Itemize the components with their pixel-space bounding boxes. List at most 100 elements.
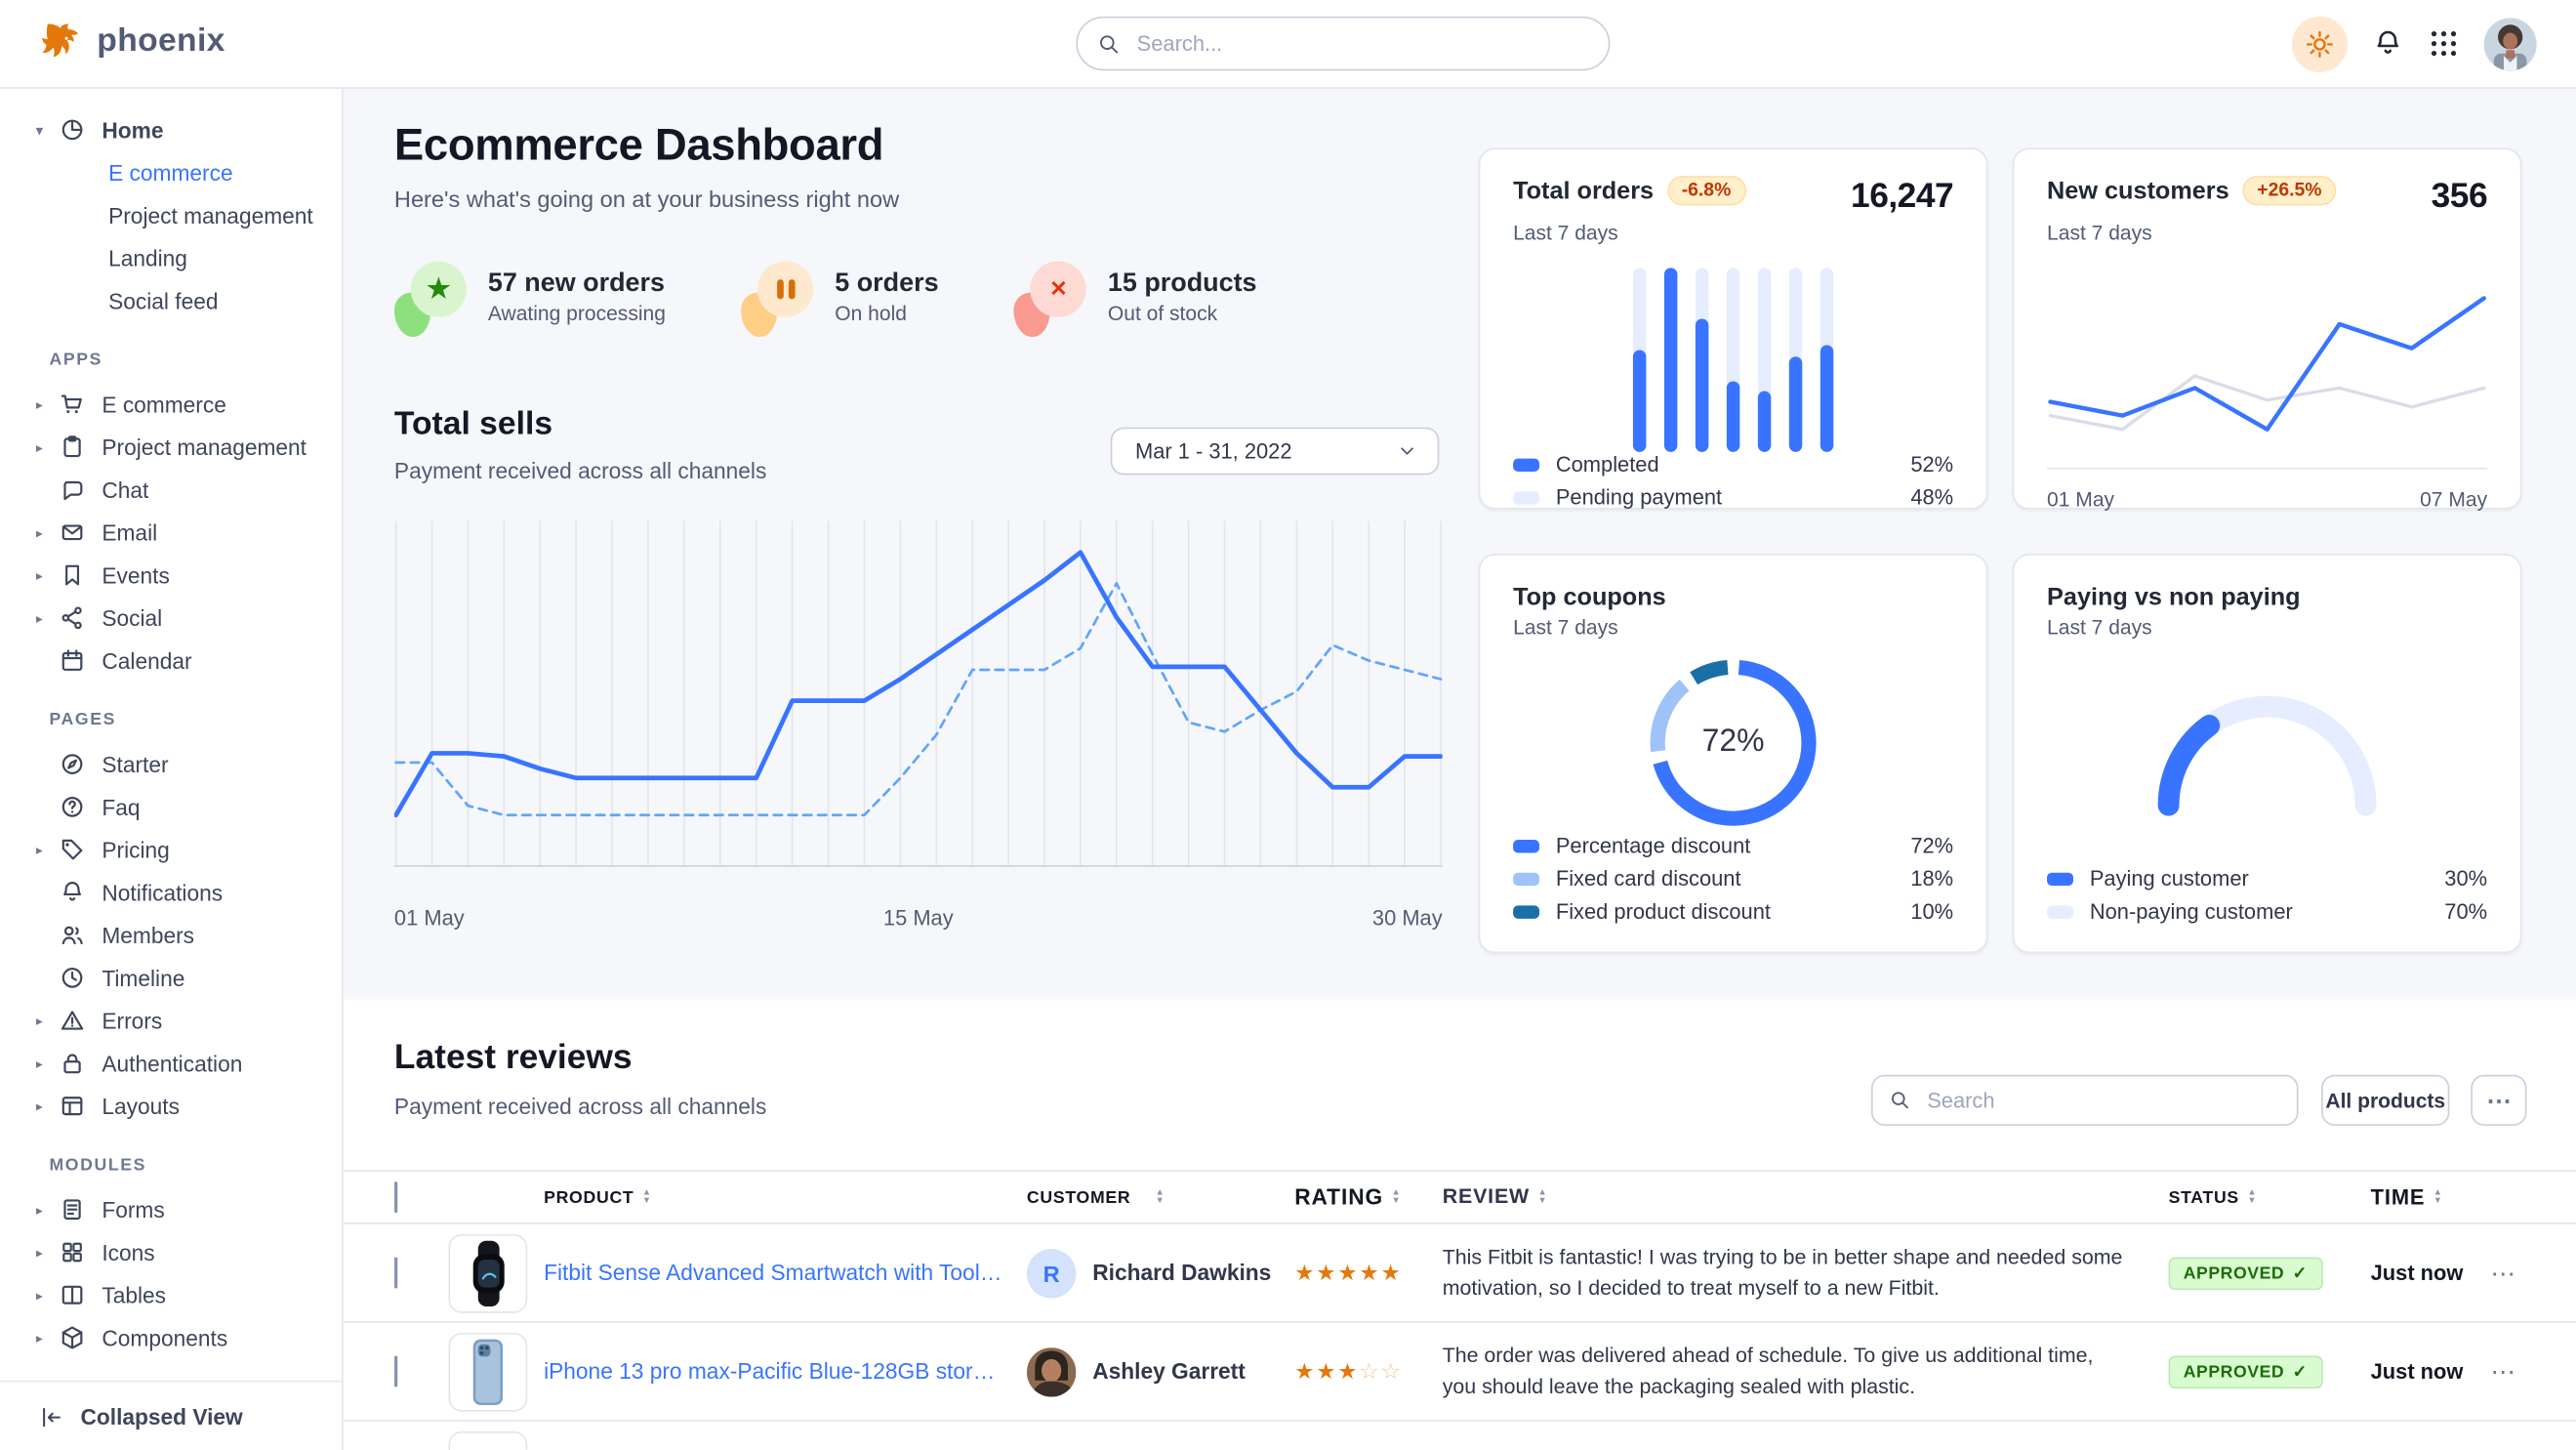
new-customers-card: New customers +26.5% 356 Last 7 days 01 …	[2013, 147, 2522, 509]
product-link[interactable]: Fitbit Sense Advanced Smartwatch with To…	[544, 1261, 1003, 1285]
mail-icon	[60, 519, 86, 546]
select-all-checkbox[interactable]	[394, 1181, 397, 1212]
question-icon	[60, 794, 86, 820]
review-time: Just now	[2371, 1261, 2491, 1285]
product-link[interactable]: iPhone 13 pro max-Pacific Blue-128GB sto…	[544, 1359, 1003, 1384]
column-header-rating[interactable]: RATING▲▼	[1294, 1184, 1442, 1209]
legend-value: 52%	[1910, 452, 1953, 476]
collapse-sidebar-button[interactable]: Collapsed View	[0, 1381, 342, 1450]
sort-icon[interactable]: ▲▼	[2433, 1190, 2443, 1205]
sidebar-item-errors[interactable]: ▸Errors	[0, 999, 342, 1042]
pause-icon	[777, 279, 796, 299]
sidebar-item-label: Errors	[102, 1009, 162, 1033]
column-header-customer[interactable]: CUSTOMER▲▼	[1027, 1187, 1294, 1207]
total-sells-chart	[394, 518, 1443, 873]
sidebar-item-label: E commerce	[102, 392, 226, 416]
latest-reviews-section: Latest reviews Payment received across a…	[342, 999, 2576, 1450]
sidebar-item-tables[interactable]: ▸Tables	[0, 1273, 342, 1316]
paying-gauge-chart	[2144, 682, 2390, 824]
sort-icon[interactable]: ▲▼	[1538, 1190, 1548, 1205]
apps-grid-icon[interactable]	[2429, 28, 2460, 60]
caret-right-icon: ▸	[36, 1202, 60, 1217]
grid4-icon	[60, 1239, 86, 1265]
sort-icon[interactable]: ▲▼	[1156, 1190, 1165, 1205]
column-header-review[interactable]: REVIEW▲▼	[1443, 1182, 2169, 1213]
column-header-time[interactable]: TIME▲▼	[2371, 1184, 2491, 1209]
sidebar-item-e-commerce[interactable]: ▸E commerce	[0, 383, 342, 426]
customer-avatar: R	[1027, 1248, 1076, 1297]
sidebar-item-timeline[interactable]: Timeline	[0, 957, 342, 1000]
sidebar-item-components[interactable]: ▸Components	[0, 1316, 342, 1359]
row-checkbox[interactable]	[394, 1257, 397, 1288]
sort-icon[interactable]: ▲▼	[2247, 1190, 2257, 1205]
reviews-subtitle: Payment received across all channels	[394, 1095, 766, 1119]
sidebar-item-social[interactable]: ▸Social	[0, 597, 342, 640]
row-menu-button[interactable]: ⋯	[2490, 1258, 2529, 1287]
theme-toggle-button[interactable]	[2292, 16, 2348, 71]
sidebar-item-pricing[interactable]: ▸Pricing	[0, 828, 342, 871]
sidebar-item-project-management[interactable]: ▸Project management	[0, 426, 342, 469]
stat-star: ★57 new ordersAwating processing	[394, 258, 666, 337]
card-title: Top coupons	[1513, 583, 1666, 611]
sidebar-subitem-e-commerce[interactable]: E commerce	[0, 151, 342, 194]
sidebar-item-events[interactable]: ▸Events	[0, 554, 342, 597]
bell-icon	[60, 879, 86, 905]
card-subtitle: Last 7 days	[1513, 222, 1953, 245]
donut-center-label: 72%	[1643, 652, 1823, 833]
search-input[interactable]	[1133, 29, 1588, 58]
order-bar	[1664, 268, 1677, 451]
sidebar-item-forms[interactable]: ▸Forms	[0, 1188, 342, 1231]
sort-icon[interactable]: ▲▼	[642, 1190, 652, 1205]
star-filled-icon: ★	[1316, 1358, 1337, 1383]
row-menu-button[interactable]: ⋯	[2490, 1356, 2529, 1386]
legend-row: Paying customer30%	[2047, 866, 2487, 891]
sidebar-item-label: Project management	[102, 435, 307, 459]
sidebar-item-calendar[interactable]: Calendar	[0, 640, 342, 683]
sidebar-item-chat[interactable]: Chat	[0, 469, 342, 512]
brand-logo[interactable]: phoenix	[39, 20, 225, 63]
star-empty-icon: ☆	[1380, 1358, 1402, 1383]
reviews-search-input[interactable]	[1924, 1086, 2280, 1114]
sidebar-subitem-landing[interactable]: Landing	[0, 236, 342, 279]
user-avatar[interactable]	[2484, 18, 2537, 70]
sort-icon[interactable]: ▲▼	[1392, 1190, 1402, 1205]
star-filled-icon: ★	[1337, 1260, 1359, 1284]
legend-row: Fixed product discount10%	[1513, 899, 1953, 924]
sidebar-item-starter[interactable]: Starter	[0, 743, 342, 786]
date-range-select[interactable]: Mar 1 - 31, 2022	[1111, 428, 1440, 476]
table-row: iPhone 13 pro max-Pacific Blue-128GB sto…	[342, 1323, 2576, 1422]
sidebar-item-label: Calendar	[102, 648, 191, 673]
sidebar-subitem-social-feed[interactable]: Social feed	[0, 279, 342, 322]
sidebar-item-icons[interactable]: ▸Icons	[0, 1231, 342, 1274]
sidebar-item-notifications[interactable]: Notifications	[0, 871, 342, 914]
sidebar-item-members[interactable]: Members	[0, 914, 342, 957]
sidebar-item-layouts[interactable]: ▸Layouts	[0, 1085, 342, 1128]
x-icon: ✕	[1049, 276, 1067, 303]
sidebar-item-authentication[interactable]: ▸Authentication	[0, 1042, 342, 1085]
orders-bar-chart	[1513, 268, 1953, 451]
all-products-button[interactable]: All products	[2321, 1075, 2449, 1126]
star-filled-icon: ★	[1294, 1260, 1316, 1284]
sidebar-item-label: Faq	[102, 795, 140, 819]
reviews-search[interactable]	[1871, 1075, 2299, 1126]
sidebar-item-email[interactable]: ▸Email	[0, 511, 342, 554]
more-options-button[interactable]: ⋯	[2471, 1075, 2526, 1126]
column-header-product[interactable]: PRODUCT▲▼	[544, 1187, 1027, 1207]
check-icon: ✓	[2293, 1361, 2308, 1381]
global-search[interactable]	[1076, 17, 1610, 71]
sidebar-subitem-project-management[interactable]: Project management	[0, 194, 342, 237]
sidebar-item-home[interactable]: ▾Home	[0, 108, 342, 151]
star-filled-icon: ★	[1316, 1260, 1337, 1284]
notifications-bell-icon[interactable]	[2372, 28, 2403, 60]
card-subtitle: Last 7 days	[1513, 616, 1953, 640]
sidebar-item-faq[interactable]: Faq	[0, 785, 342, 828]
phoenix-app: phoenix ▾Hom	[0, 0, 2576, 1450]
sidebar-item-label: Events	[102, 562, 169, 587]
column-header-status[interactable]: STATUS▲▼	[2169, 1187, 2371, 1207]
legend-row: Fixed card discount18%	[1513, 866, 1953, 891]
sun-icon	[2305, 28, 2334, 58]
review-text: This Fitbit is fantastic! I was trying t…	[1443, 1243, 2169, 1304]
row-checkbox[interactable]	[394, 1355, 397, 1387]
caret-right-icon: ▸	[36, 1056, 60, 1070]
stat-title: 57 new orders	[488, 269, 666, 299]
